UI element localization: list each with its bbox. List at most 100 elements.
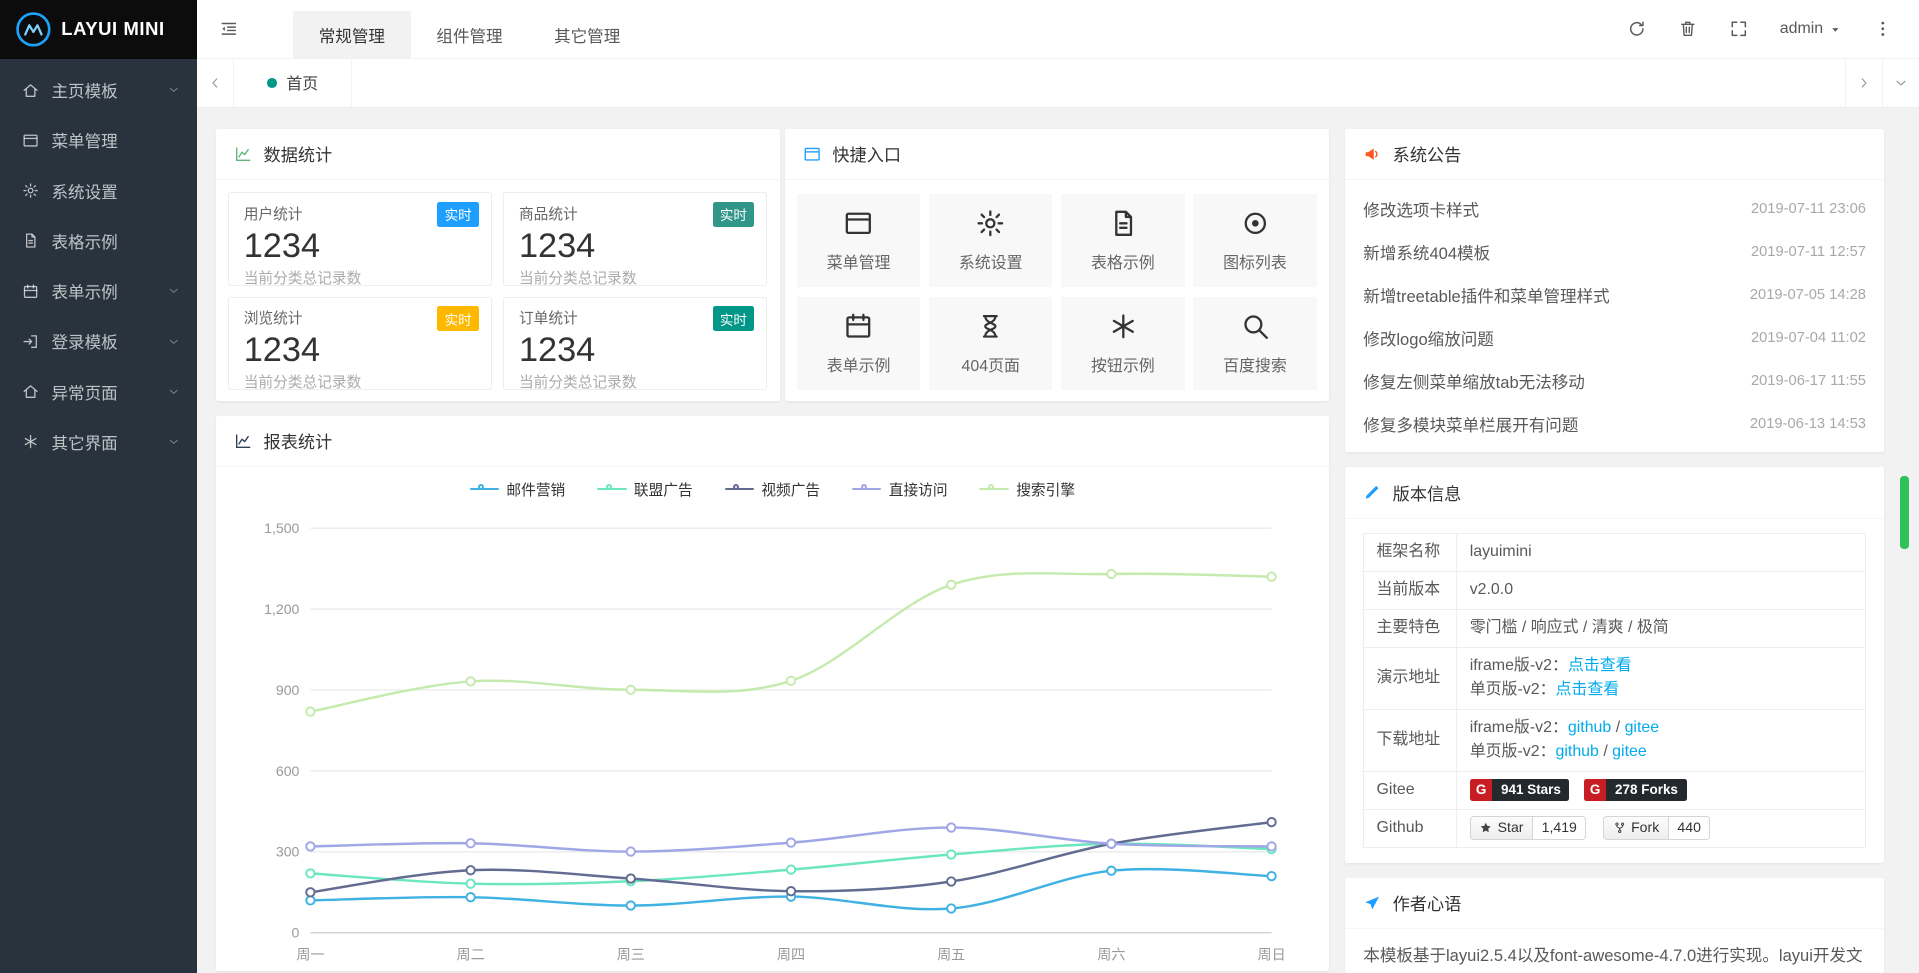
- tab-component-manage[interactable]: 组件管理: [411, 11, 529, 58]
- stat-card-goods[interactable]: 商品统计 实时 1234 当前分类总记录数: [503, 192, 767, 285]
- quick-entry-form-demo[interactable]: 表单示例: [797, 297, 921, 390]
- tabs-scroll-right-button[interactable]: [1845, 59, 1882, 107]
- asterisk-icon: [22, 433, 39, 450]
- tab-other-manage[interactable]: 其它管理: [528, 11, 646, 58]
- version-table-wrap: 框架名称 layuimini 当前版本 v2.0.0 主要特色 零门槛 / 响应…: [1345, 519, 1884, 863]
- announcement-time: 2019-06-17 11:55: [1751, 373, 1866, 389]
- github-fork-label: Fork: [1631, 818, 1659, 838]
- announcement-item[interactable]: 修改选项卡样式 2019-07-11 23:06: [1363, 188, 1866, 231]
- svg-text:300: 300: [276, 844, 300, 860]
- card-header: 数据统计: [216, 129, 780, 180]
- sidebar-item-menu-manage[interactable]: 菜单管理: [0, 115, 197, 165]
- stat-card-users[interactable]: 用户统计 实时 1234 当前分类总记录数: [228, 192, 492, 285]
- quick-entry-baidu-search[interactable]: 百度搜索: [1193, 297, 1317, 390]
- card-title: 作者心语: [1393, 890, 1462, 915]
- sidebar-item-table-demo[interactable]: 表格示例: [0, 216, 197, 266]
- window-icon: [22, 132, 39, 149]
- stat-label: 用户统计: [244, 207, 303, 223]
- card-header: 系统公告: [1345, 129, 1884, 180]
- quick-entry-system-settings[interactable]: 系统设置: [929, 194, 1053, 287]
- card-title: 系统公告: [1393, 141, 1462, 166]
- version-table: 框架名称 layuimini 当前版本 v2.0.0 主要特色 零门槛 / 响应…: [1363, 533, 1866, 848]
- github-star-widget[interactable]: Star 1,419: [1470, 816, 1587, 840]
- sidebar-item-other-ui[interactable]: 其它界面: [0, 417, 197, 467]
- tab-home-label: 首页: [286, 71, 318, 94]
- tab-bar: 首页: [197, 59, 1918, 108]
- announcement-item[interactable]: 修复多模块菜单栏展开有问题 2019-06-13 14:53: [1363, 402, 1866, 445]
- scrollbar-thumb[interactable]: [1900, 476, 1909, 550]
- sidebar-item-home-template[interactable]: 主页模板: [0, 65, 197, 115]
- quick-entry-button-demo[interactable]: 按钮示例: [1061, 297, 1185, 390]
- quick-entry-table-demo[interactable]: 表格示例: [1061, 194, 1185, 287]
- svg-text:0: 0: [291, 925, 299, 941]
- sidebar-item-system-settings[interactable]: 系统设置: [0, 166, 197, 216]
- legend-label: 直接访问: [889, 479, 948, 500]
- announcement-text: 新增系统404模板: [1363, 240, 1490, 264]
- refresh-icon: [1627, 19, 1647, 39]
- hourglass-icon: [975, 311, 1006, 342]
- announcement-item[interactable]: 修复左侧菜单缩放tab无法移动 2019-06-17 11:55: [1363, 359, 1866, 402]
- version-key: 演示地址: [1364, 647, 1457, 709]
- left-column: 数据统计 用户统计 实时 1234 当前分类总记录数 商品统计 实: [216, 129, 1329, 973]
- version-value: Star 1,419 Fork 440: [1457, 809, 1866, 847]
- legend-item[interactable]: 邮件营销: [470, 479, 566, 500]
- clear-cache-button[interactable]: [1662, 0, 1713, 58]
- announcement-item[interactable]: 修改logo缩放问题 2019-07-04 11:02: [1363, 316, 1866, 359]
- fullscreen-icon: [1729, 19, 1749, 39]
- tab-bar-spacer: [352, 59, 1845, 107]
- tabs-menu-button[interactable]: [1882, 59, 1919, 107]
- legend-item[interactable]: 联盟广告: [597, 479, 693, 500]
- announcement-item[interactable]: 新增系统404模板 2019-07-11 12:57: [1363, 230, 1866, 273]
- legend-label: 邮件营销: [506, 479, 565, 500]
- refresh-button[interactable]: [1611, 0, 1662, 58]
- logo[interactable]: LAYUI MINI: [0, 0, 197, 59]
- card-header: 作者心语: [1345, 878, 1884, 929]
- window-icon: [843, 208, 874, 239]
- gitee-forks-badge[interactable]: G278 Forks: [1584, 779, 1687, 801]
- fullscreen-button[interactable]: [1714, 0, 1765, 58]
- svg-text:900: 900: [276, 682, 300, 698]
- chart-legend: 邮件营销 联盟广告 视频广告 直接访问 搜索引擎: [216, 467, 1329, 511]
- chart-icon: [234, 145, 252, 163]
- content-region: 常规管理 组件管理 其它管理 admin: [197, 0, 1918, 973]
- sidebar-item-form-demo[interactable]: 表单示例: [0, 266, 197, 316]
- stat-card-orders[interactable]: 订单统计 实时 1234 当前分类总记录数: [503, 297, 767, 390]
- demo-spa-link[interactable]: 点击查看: [1556, 681, 1620, 698]
- user-menu[interactable]: admin: [1765, 0, 1857, 58]
- sidebar-item-login-template[interactable]: 登录模板: [0, 316, 197, 366]
- version-value: iframe版-v2：github / gitee 单页版-v2：github …: [1457, 709, 1866, 771]
- quick-entry-404-page[interactable]: 404页面: [929, 297, 1053, 390]
- active-tab-dot: [267, 78, 277, 88]
- legend-item[interactable]: 搜索引擎: [979, 479, 1075, 500]
- more-menu-button[interactable]: [1857, 0, 1908, 58]
- card-title: 报表统计: [264, 428, 333, 453]
- demo-iframe-link[interactable]: 点击查看: [1568, 657, 1632, 674]
- download-github-link[interactable]: github: [1556, 743, 1599, 760]
- demo-line-label: iframe版-v2：: [1470, 657, 1568, 674]
- quick-entry-icon-list[interactable]: 图标列表: [1193, 194, 1317, 287]
- download-github-link[interactable]: github: [1568, 719, 1611, 736]
- version-value: layuimini: [1457, 534, 1866, 572]
- version-key: Github: [1364, 809, 1457, 847]
- stat-card-views[interactable]: 浏览统计 实时 1234 当前分类总记录数: [228, 297, 492, 390]
- legend-item[interactable]: 视频广告: [725, 479, 821, 500]
- gitee-stars-count: 941 Stars: [1492, 779, 1569, 801]
- announcement-item[interactable]: 新增treetable插件和菜单管理样式 2019-07-05 14:28: [1363, 273, 1866, 316]
- quick-entry-card: 快捷入口 菜单管理 系统设置: [785, 129, 1329, 401]
- download-gitee-link[interactable]: gitee: [1625, 719, 1660, 736]
- svg-text:周三: 周三: [616, 947, 644, 963]
- tab-home[interactable]: 首页: [234, 59, 352, 107]
- github-fork-widget[interactable]: Fork 440: [1603, 816, 1710, 840]
- legend-item[interactable]: 直接访问: [852, 479, 948, 500]
- sidebar-toggle-button[interactable]: [197, 0, 261, 58]
- quick-entry-label: 表格示例: [1091, 250, 1155, 273]
- tab-general-manage[interactable]: 常规管理: [293, 11, 411, 58]
- report-line-chart[interactable]: 03006009001,2001,500周一周二周三周四周五周六周日: [216, 511, 1329, 970]
- sidebar-item-error-pages[interactable]: 异常页面: [0, 367, 197, 417]
- download-gitee-link[interactable]: gitee: [1612, 743, 1647, 760]
- tabs-scroll-left-button[interactable]: [197, 59, 234, 107]
- stat-label: 订单统计: [519, 311, 578, 327]
- quick-entry-label: 菜单管理: [827, 250, 891, 273]
- gitee-stars-badge[interactable]: G941 Stars: [1470, 779, 1570, 801]
- quick-entry-menu-manage[interactable]: 菜单管理: [797, 194, 921, 287]
